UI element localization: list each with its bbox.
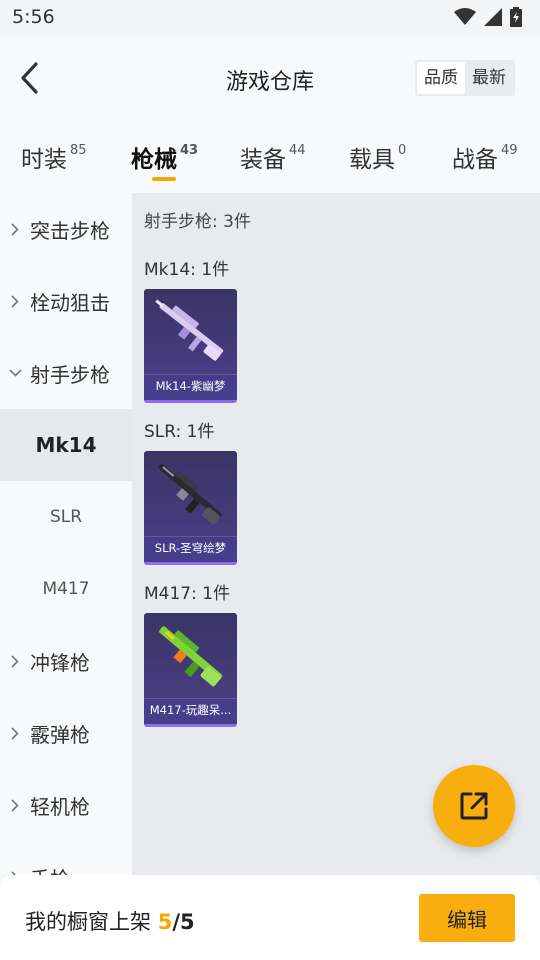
showcase-bar: 我的橱窗上架 5/5 编辑 [0,875,540,960]
sidebar-item-label: 霰弹枪 [30,722,90,747]
showcase-separator: / [172,910,180,934]
battery-icon [510,7,522,27]
showcase-count: 5 [157,910,173,934]
share-fab-button[interactable] [433,765,515,847]
tab-count: 43 [180,143,199,159]
rifle-image [155,299,224,361]
sidebar-item-shotgun[interactable]: 霰弹枪 [0,697,132,769]
group-title-m417: M417: 1件 [144,584,231,604]
sidebar-item-smg[interactable]: 冲锋枪 [0,625,132,697]
edit-button[interactable]: 编辑 [419,894,515,942]
wifi-icon [454,8,476,25]
chevron-down-icon [8,369,22,377]
sort-latest-option[interactable]: 最新 [465,62,513,94]
chevron-right-icon [11,294,19,308]
showcase-total: 5 [179,910,195,934]
sidebar-subitem-m417[interactable]: M417 [0,553,132,625]
tab-count: 0 [398,143,407,159]
back-arrow-icon [21,62,38,94]
tab-label: 时装 [21,147,67,173]
tab-count: 85 [70,143,87,159]
rifle-image [159,626,223,687]
share-external-icon [460,792,488,820]
tab-label: 枪械 [131,147,177,173]
tab-count: 44 [289,143,306,159]
sidebar-item-marksman-rifle[interactable]: 射手步枪 [0,337,132,409]
group-title-mk14: Mk14: 1件 [144,260,230,280]
showcase-status: 我的橱窗上架 5/5 [25,906,195,936]
weapon-category-sidebar: 突击步枪 栓动狙击 射手步枪 Mk14 SLR M417 冲锋枪 霰弹枪 轻机枪… [0,193,132,875]
sidebar-item-label: 冲锋枪 [30,650,90,675]
tab-label: 装备 [240,147,286,173]
active-tab-indicator [152,177,176,181]
sidebar-item-assault-rifle[interactable]: 突击步枪 [0,193,132,265]
status-time: 5:56 [12,6,55,28]
sidebar-item-lmg[interactable]: 轻机枪 [0,769,132,841]
weapon-card-m417[interactable]: M417-玩趣呆... [144,613,237,727]
chevron-right-icon [11,654,19,668]
weapon-name: Mk14-紫幽梦 [155,379,226,393]
weapon-card-mk14[interactable]: Mk14-紫幽梦 [144,289,237,403]
sidebar-item-label: 轻机枪 [30,794,90,819]
chevron-right-icon [11,798,19,812]
weapon-card-slr[interactable]: SLR-圣穹绘梦 [144,451,237,565]
category-summary: 射手步枪: 3件 [144,212,251,232]
sidebar-item-label: 突击步枪 [30,218,110,243]
tab-count: 49 [501,143,518,159]
sidebar-subitem-mk14[interactable]: Mk14 [0,409,132,481]
tab-equipment[interactable]: 装备 44 [240,140,306,174]
sidebar-item-bolt-sniper[interactable]: 栓动狙击 [0,265,132,337]
status-bar: 5:56 [0,0,540,36]
sidebar-item-pistol[interactable]: 手枪 [0,841,132,875]
showcase-label: 我的橱窗上架 [25,910,151,934]
sort-toggle: 品质 最新 [415,60,515,96]
group-title-slr: SLR: 1件 [144,422,215,442]
weapon-name: M417-玩趣呆... [149,703,232,717]
tab-fashion[interactable]: 时装 85 [21,140,87,174]
tab-label: 载具 [349,147,395,173]
weapon-name: SLR-圣穹绘梦 [154,541,227,555]
back-button[interactable] [12,58,46,98]
sidebar-item-label: 栓动狙击 [30,290,110,315]
sort-quality-option[interactable]: 品质 [417,62,465,94]
sidebar-subitem-slr[interactable]: SLR [0,481,132,553]
status-icons [454,7,522,27]
tab-vehicles[interactable]: 载具 0 [349,140,406,174]
signal-icon [484,8,502,26]
tab-supplies[interactable]: 战备 49 [452,140,518,174]
tab-guns[interactable]: 枪械 43 [131,140,198,174]
chevron-right-icon [11,222,19,236]
rifle-image [158,463,222,525]
tab-label: 战备 [452,147,498,173]
sidebar-item-label: 手枪 [30,863,70,876]
chevron-right-icon [11,726,19,740]
header: 游戏仓库 品质 最新 [0,36,540,122]
sidebar-item-label: 射手步枪 [30,362,110,387]
category-tabs: 时装 85 枪械 43 装备 44 载具 0 战备 49 [0,122,540,193]
